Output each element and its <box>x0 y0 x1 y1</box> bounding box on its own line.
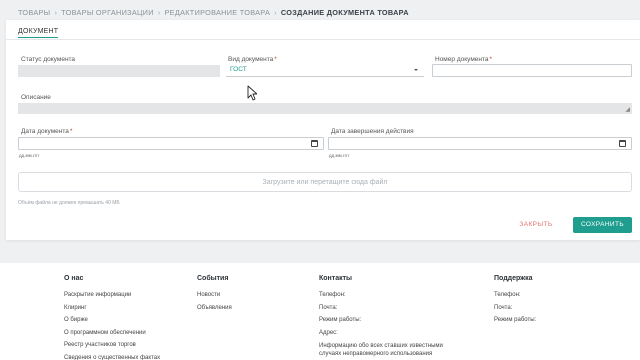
footer-heading: Контакты <box>319 275 353 282</box>
footer-info-line[interactable]: Информацию обо всех ставших известными <box>319 342 443 350</box>
doc-type-value: ГОСТ <box>230 66 247 73</box>
description-label-text: Описание <box>21 94 51 101</box>
footer-contact-hours: Режим работы: <box>319 317 362 324</box>
mouse-pointer-icon <box>247 85 257 101</box>
status-label: Статус документа <box>21 56 75 63</box>
file-upload-dropzone[interactable]: Загрузите или перетащите сюда файл <box>18 172 632 192</box>
footer-col-about: О нас Раскрытие информации Клиринг О бир… <box>64 275 160 360</box>
breadcrumb-item-edit-goods[interactable]: РЕДАКТИРОВАНИЕ ТОВАРА <box>165 8 271 17</box>
end-date-label: Дата завершения действия <box>331 128 414 135</box>
footer-col-support: Поддержка Телефон: Почта: Режим работы: <box>494 275 536 327</box>
upload-text: Загрузите или перетащите сюда файл <box>262 178 388 186</box>
breadcrumb-current: СОЗДАНИЕ ДОКУМЕНТА ТОВАРА <box>280 7 409 17</box>
doc-number-label-text: Номер документа <box>435 56 489 63</box>
chevron-down-icon <box>414 69 418 71</box>
footer-link[interactable]: Раскрытие информации <box>64 289 160 302</box>
footer-support-hours: Режим работы: <box>494 317 537 324</box>
footer-link[interactable]: Новости <box>197 289 232 302</box>
status-field <box>18 65 220 77</box>
required-mark: * <box>489 56 493 63</box>
doc-number-label: Номер документа* <box>435 56 492 63</box>
doc-type-label-text: Вид документа <box>228 56 274 63</box>
save-button[interactable]: СОХРАНИТЬ <box>573 217 632 233</box>
calendar-icon[interactable] <box>311 140 318 147</box>
doc-type-label: Вид документа* <box>228 56 277 63</box>
footer-link[interactable]: О программном обеспечении <box>64 327 160 340</box>
footer-contact-email: Почта: <box>319 304 338 311</box>
doc-type-select[interactable]: ГОСТ <box>226 64 424 77</box>
status-label-text: Статус документа <box>21 56 76 63</box>
footer-heading: О нас <box>64 275 84 282</box>
footer-heading: Поддержка <box>494 275 533 282</box>
breadcrumb-separator: › <box>54 7 58 17</box>
footer-contact-phone: Телефон: <box>319 292 346 298</box>
site-footer: О нас Раскрытие информации Клиринг О бир… <box>0 263 640 360</box>
footer-link[interactable]: Объявления <box>197 302 232 315</box>
description-label: Описание <box>21 94 51 101</box>
breadcrumb-separator: › <box>157 7 161 17</box>
footer-info-line[interactable]: случаях неправомерного использования <box>319 350 443 358</box>
footer-support-phone: Телефон: <box>494 292 521 298</box>
close-button[interactable]: ЗАКРЫТЬ <box>514 220 558 230</box>
document-form-card: ДОКУМЕНТ Статус документа Вид документа*… <box>6 20 640 240</box>
footer-col-events: События Новости Объявления <box>197 275 232 314</box>
required-mark: * <box>69 128 73 135</box>
footer-link[interactable]: Реестр участников торгов <box>64 339 160 352</box>
end-date-input[interactable] <box>328 137 632 150</box>
doc-date-input[interactable] <box>18 137 324 150</box>
calendar-icon[interactable] <box>619 140 626 147</box>
breadcrumb: ТОВАРЫ › ТОВАРЫ ОРГАНИЗАЦИИ › РЕДАКТИРОВ… <box>18 7 409 17</box>
doc-number-input[interactable] <box>432 64 632 77</box>
footer-link[interactable]: Клиринг <box>64 302 160 315</box>
tab-document[interactable]: ДОКУМЕНТ <box>18 28 59 38</box>
breadcrumb-item-goods[interactable]: ТОВАРЫ <box>18 8 50 17</box>
resize-handle-icon[interactable]: ◢ <box>625 106 630 113</box>
breadcrumb-separator: › <box>274 7 277 17</box>
upload-size-note: Объём файла не должен превышать 40 МБ <box>18 200 120 206</box>
end-date-label-text: Дата завершения действия <box>331 128 414 135</box>
footer-heading: События <box>197 275 229 282</box>
tab-divider <box>6 39 640 40</box>
breadcrumb-item-org-goods[interactable]: ТОВАРЫ ОРГАНИЗАЦИИ <box>61 8 154 17</box>
end-date-format-hint: дд.мм.гггг <box>329 153 350 158</box>
footer-support-email: Почта: <box>494 304 513 311</box>
footer-link[interactable]: О бирже <box>64 314 160 327</box>
doc-date-format-hint: дд.мм.гггг <box>19 153 40 158</box>
footer-link[interactable]: Сведения о существенных фактах <box>64 352 160 360</box>
footer-contact-address: Адрес: <box>319 329 338 336</box>
doc-date-label-text: Дата документа <box>21 128 69 135</box>
doc-date-label: Дата документа* <box>21 128 72 135</box>
footer-col-contacts: Контакты Телефон: Почта: Режим работы: А… <box>319 275 443 358</box>
description-textarea[interactable]: ◢ <box>18 103 632 114</box>
required-mark: * <box>274 56 277 63</box>
